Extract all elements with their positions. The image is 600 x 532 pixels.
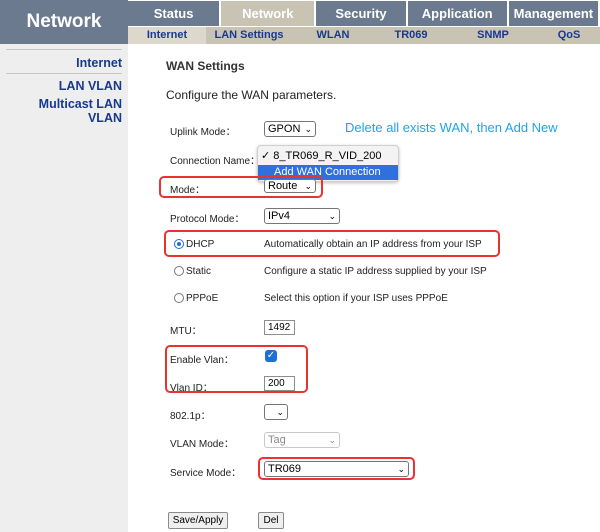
chevron-down-icon: ⌄ — [328, 435, 336, 445]
delete-button[interactable]: Del — [258, 512, 284, 529]
brand-title: Network — [0, 0, 128, 44]
service-mode-label: Service Mode： — [170, 468, 242, 479]
subtab-snmp[interactable]: SNMP — [448, 27, 538, 44]
subtab-lan-settings[interactable]: LAN Settings — [206, 27, 292, 44]
protocol-mode-value: IPv4 — [268, 210, 291, 222]
dhcp-label: DHCP — [186, 239, 215, 250]
dhcp-radio[interactable] — [174, 239, 184, 249]
vlan-id-label: Vlan ID： — [170, 383, 213, 394]
connection-option-label: 8_TR069_R_VID_200 — [273, 150, 382, 162]
annotation-note: Delete all exists WAN, then Add New — [345, 120, 558, 135]
protocol-mode-select[interactable]: IPv4 ⌄ — [264, 208, 340, 224]
mode-value: Route — [268, 180, 298, 192]
top-nav: Status Network Security Application Mana… — [128, 0, 600, 26]
sidebar-divider — [6, 49, 122, 50]
vlan-mode-value: Tag — [268, 434, 286, 446]
connection-option[interactable]: ✓ 8_TR069_R_VID_200 — [258, 149, 398, 164]
mode-select[interactable]: Route ⌄ — [264, 179, 316, 193]
sidebar: Internet LAN VLAN Multicast LAN VLAN — [0, 44, 128, 532]
save-apply-button[interactable]: Save/Apply — [168, 512, 228, 529]
page-title: WAN Settings — [166, 59, 245, 73]
subtab-qos[interactable]: QoS — [538, 27, 600, 44]
subtab-wlan[interactable]: WLAN — [292, 27, 374, 44]
sub-nav: Internet LAN Settings WLAN TR069 SNMP Qo… — [128, 27, 600, 44]
enable-vlan-label: Enable Vlan： — [170, 355, 234, 366]
static-label: Static — [186, 266, 212, 277]
uplink-mode-label: Uplink Mode： — [170, 127, 236, 138]
enable-vlan-checkbox[interactable]: ✓ — [265, 350, 277, 362]
mtu-input[interactable]: 1492 — [264, 320, 295, 335]
check-icon: ✓ — [261, 150, 271, 162]
mtu-label: MTU： — [170, 326, 202, 337]
vlan-mode-label: VLAN Mode： — [170, 439, 234, 450]
sidebar-divider — [6, 73, 122, 74]
service-mode-select[interactable]: TR069 ⌄ — [264, 461, 409, 477]
mode-label: Mode： — [170, 185, 206, 196]
vlan-mode-select[interactable]: Tag ⌄ — [264, 432, 340, 448]
tab-application[interactable]: Application — [407, 1, 507, 26]
uplink-mode-select[interactable]: GPON ⌄ — [264, 121, 316, 137]
static-description: Configure a static IP address supplied b… — [264, 266, 487, 277]
chevron-down-icon: ⌄ — [304, 181, 312, 191]
chevron-down-icon: ⌄ — [328, 211, 336, 221]
tab-network[interactable]: Network — [221, 1, 315, 26]
p8021-select[interactable]: ⌄ — [264, 404, 288, 420]
page-description: Configure the WAN parameters. — [166, 88, 337, 102]
service-mode-value: TR069 — [268, 463, 302, 475]
pppoe-label: PPPoE — [186, 293, 219, 304]
connection-name-label: Connection Name： — [170, 156, 261, 167]
static-radio[interactable] — [174, 266, 184, 276]
chevron-down-icon: ⌄ — [397, 464, 405, 474]
protocol-mode-label: Protocol Mode： — [170, 214, 245, 225]
sidebar-item-multicast-lan-vlan[interactable]: Multicast LAN VLAN — [4, 97, 122, 125]
uplink-mode-value: GPON — [268, 123, 301, 135]
tab-status[interactable]: Status — [128, 1, 220, 26]
subtab-internet[interactable]: Internet — [128, 27, 206, 44]
subtab-tr069[interactable]: TR069 — [374, 27, 448, 44]
chevron-down-icon: ⌄ — [276, 407, 284, 417]
vlan-id-input[interactable]: 200 — [264, 376, 295, 391]
pppoe-radio[interactable] — [174, 293, 184, 303]
chevron-down-icon: ⌄ — [304, 124, 312, 134]
sidebar-item-internet[interactable]: Internet — [4, 56, 122, 70]
sidebar-item-lan-vlan[interactable]: LAN VLAN — [4, 79, 122, 93]
pppoe-description: Select this option if your ISP uses PPPo… — [264, 293, 448, 304]
p8021-label: 802.1p： — [170, 411, 211, 422]
tab-management[interactable]: Management — [508, 1, 598, 26]
tab-security[interactable]: Security — [316, 1, 406, 26]
dhcp-description: Automatically obtain an IP address from … — [264, 239, 482, 250]
